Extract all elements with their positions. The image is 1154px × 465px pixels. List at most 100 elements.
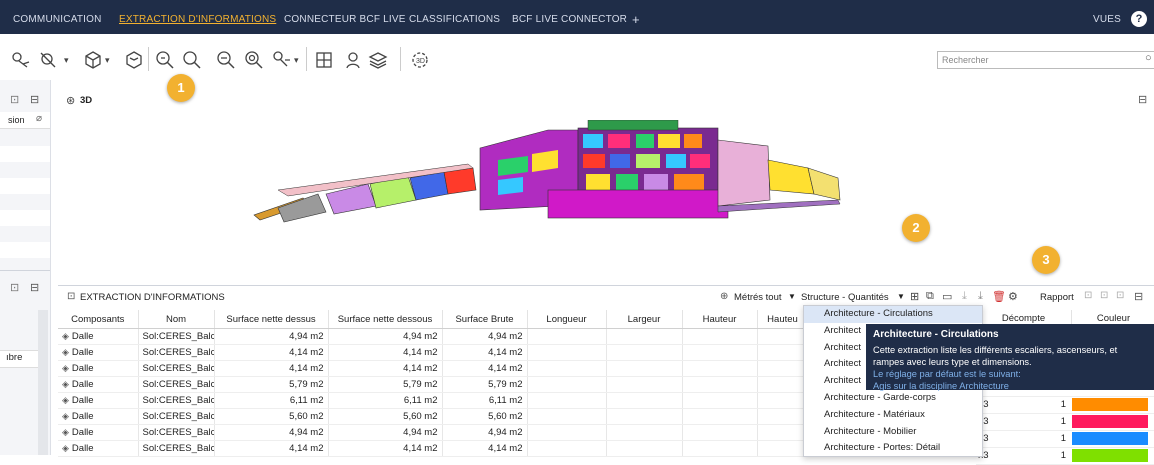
search-input[interactable]: Rechercher [937,51,1154,69]
tab-classifications[interactable]: CLASSIFICATIONS [409,0,500,34]
zoom-extent-icon[interactable] [155,42,175,78]
chevron-down-icon[interactable]: ▼ [788,292,796,301]
layers-icon[interactable] [368,42,388,78]
panel-toggle-icon[interactable]: ⊟ [1134,290,1143,303]
delete-icon[interactable]: 🗑 [992,290,1006,303]
table-row[interactable]: ◈DalleSol:CERES_Balc...4,94 m24,94 m24,9… [58,424,809,441]
zoom-in-icon[interactable] [182,42,202,78]
surface-bottom-cell: 4,94 m2 [328,328,443,345]
color-swatch[interactable] [1072,432,1148,445]
lock-icon[interactable]: ⊡ [10,93,19,106]
user-view-icon[interactable] [344,42,364,78]
gear-icon[interactable]: ⚙ [1008,290,1018,303]
color-swatch[interactable] [1072,398,1148,411]
column-header[interactable]: Surface nette dessous [328,310,443,329]
zoom-selection-icon[interactable] [244,42,264,78]
surface-gross-cell: 4,94 m2 [442,424,528,441]
step-badge-2: 2 [902,214,930,242]
tooltip-default-link[interactable]: Le réglage par défaut est le suivant: [873,368,1147,380]
folder-icon[interactable]: ▭ [942,290,952,303]
column-header[interactable]: Surface nette dessus [214,310,329,329]
column-header[interactable]: Longueur [527,310,607,329]
cube-view-icon[interactable]: ▾ [83,42,110,78]
table-header-row: Composants Nom Surface nette dessus Surf… [58,310,809,329]
chevron-down-icon[interactable]: ▼ [897,292,905,301]
dropdown-item[interactable]: Architecture - Mobilier [804,424,982,441]
table-row[interactable]: ◈DalleSol:CERES_Balc...4,94 m24,94 m24,9… [58,328,809,345]
color-swatch[interactable] [1072,415,1148,428]
metres-tout-button[interactable]: Métrés tout [734,292,782,303]
height2-cell [757,328,809,345]
structure-select[interactable]: Structure - Quantités [801,292,889,303]
link-icon[interactable]: ⌀ [36,113,42,124]
surface-gross-cell: 4,14 m2 [442,440,528,457]
views-menu[interactable]: VUES [1093,0,1121,34]
column-header[interactable]: Composants [58,310,139,329]
height-cell [682,360,758,377]
tab-communication[interactable]: COMMUNICATION [13,0,102,34]
surface-top-cell: 6,11 m2 [214,392,329,409]
rapport-button[interactable]: Rapport [1040,292,1074,303]
name-cell: Sol:CERES_Balc... [138,328,215,345]
left-scrollbar[interactable] [38,310,48,455]
color-swatch[interactable] [1072,449,1148,462]
column-header[interactable]: Hauteu [757,310,809,329]
slab-icon: ◈ [62,395,69,405]
column-header[interactable]: Largeur [606,310,683,329]
new-extraction-icon[interactable]: ⊞ [910,290,919,303]
table-row[interactable]: ◈DalleSol:CERES_Balc...4,14 m24,14 m24,1… [58,440,809,457]
panel-toggle-icon[interactable]: ⊟ [30,281,39,294]
surface-bottom-cell: 4,14 m2 [328,440,443,457]
copy-icon[interactable]: ⧉ [926,290,934,303]
search-icon[interactable]: ○ [1145,52,1152,64]
table-row[interactable]: ◈DalleSol:CERES_Balc...5,79 m25,79 m25,7… [58,376,809,393]
collapse-icon[interactable]: ⊡ [67,291,75,302]
tab-extraction-informations[interactable]: EXTRACTION D'INFORMATIONS [119,0,276,34]
tooltip-discipline-link[interactable]: Agis sur la discipline Architecture [873,380,1147,392]
tab-bcf-live-connector[interactable]: BCF LIVE CONNECTOR [512,0,627,34]
hide-elements-icon[interactable]: ▾ [38,42,69,78]
panel-toggle-icon[interactable]: ⊟ [1138,93,1147,106]
upload-icon[interactable]: ⊕ [720,291,728,302]
table-row[interactable]: ◈DalleSol:CERES_Balc...4,14 m24,14 m24,1… [58,360,809,377]
dropdown-item[interactable]: Architecture - Garde-corps [804,390,982,407]
name-cell: Sol:CERES_Balc... [138,392,215,409]
3d-box-icon[interactable] [124,42,144,78]
lock-icon[interactable]: ⊡ [10,281,19,294]
component-label: Dalle [71,379,94,390]
zoom-out-icon[interactable] [216,42,236,78]
lock-icon[interactable]: ⊡ [1084,290,1092,301]
table-row[interactable]: ◈DalleSol:CERES_Balc...4,14 m24,14 m24,1… [58,344,809,361]
width-cell [606,424,683,441]
tab-connecteur-bcf-live[interactable]: CONNECTEUR BCF LIVE [284,0,406,34]
lock-icon[interactable]: ⊡ [1116,290,1124,301]
column-header[interactable]: Nom [138,310,215,329]
length-cell [527,392,607,409]
select-pointer-icon[interactable]: ▾ [272,42,299,78]
dropdown-item[interactable]: Architecture - Circulations [804,306,982,323]
component-label: Dalle [71,363,94,374]
table-row[interactable]: ◈DalleSol:CERES_Balc...6,11 m26,11 m26,1… [58,392,809,409]
table-row[interactable]: ◈DalleSol:CERES_Balc...5,60 m25,60 m25,6… [58,408,809,425]
tooltip-title: Architecture - Circulations [873,329,999,340]
column-header[interactable]: Hauteur [682,310,758,329]
name-cell: Sol:CERES_Balc... [138,440,215,457]
download-icon[interactable]: ⤓ [962,290,967,303]
section-cut-icon[interactable] [9,42,33,78]
floor-plan-icon[interactable] [314,42,334,78]
right-row: n3 1 [976,414,1154,431]
length-cell [527,376,607,393]
column-header[interactable]: Surface Brute [442,310,528,329]
length-cell [527,360,607,377]
dropdown-item[interactable]: Architecture - Matériaux [804,407,982,424]
3d-settings-icon[interactable]: 3D [410,42,430,78]
3d-viewport[interactable]: ⊛ 3D ⊟ [58,80,1154,285]
help-icon[interactable]: ? [1131,11,1147,27]
export-icon[interactable]: ⤓ [978,290,983,303]
height-cell [682,440,758,457]
length-cell [527,344,607,361]
panel-toggle-icon[interactable]: ⊟ [30,93,39,106]
add-tab-button[interactable]: + [632,0,640,34]
lock-icon[interactable]: ⊡ [1100,290,1108,301]
extraction-table: Composants Nom Surface nette dessus Surf… [58,310,809,457]
